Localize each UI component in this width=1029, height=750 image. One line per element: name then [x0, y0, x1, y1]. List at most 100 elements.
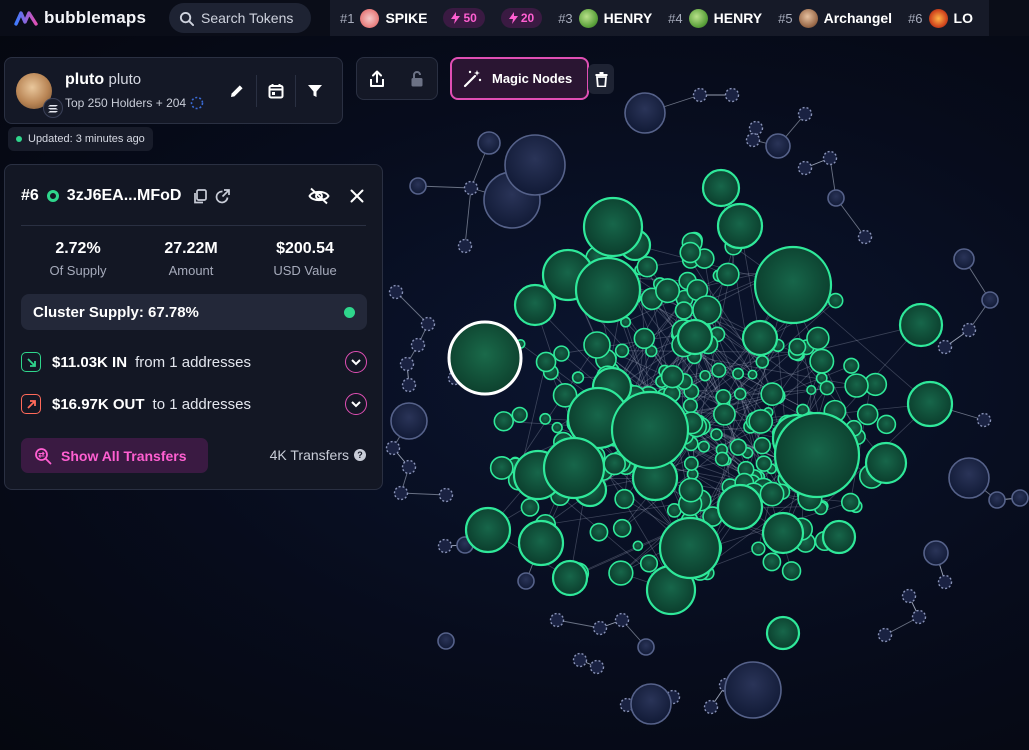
- contract-bubble[interactable]: [457, 238, 473, 254]
- contract-bubble[interactable]: [549, 612, 565, 628]
- boost-badge[interactable]: 50: [443, 8, 485, 28]
- holder-bubble[interactable]: [493, 411, 514, 432]
- holder-bubble[interactable]: [806, 384, 817, 396]
- holder-bubble[interactable]: [819, 380, 835, 396]
- contract-bubble[interactable]: [797, 106, 813, 122]
- magic-nodes-button[interactable]: Magic Nodes: [450, 57, 589, 100]
- holder-bubble[interactable]: [477, 131, 501, 155]
- holder-bubble[interactable]: [856, 403, 879, 426]
- holder-bubble[interactable]: [732, 367, 745, 380]
- holder-bubble[interactable]: [517, 572, 535, 590]
- inflow-row[interactable]: $11.03K IN from 1 addresses: [21, 349, 367, 375]
- holder-bubble[interactable]: [583, 331, 611, 359]
- share-icon[interactable]: [368, 70, 386, 88]
- contract-bubble[interactable]: [937, 574, 953, 590]
- holder-bubble[interactable]: [988, 491, 1006, 509]
- expand-outflow-button[interactable]: [345, 393, 367, 415]
- holder-bubble[interactable]: [788, 337, 807, 356]
- holder-bubble[interactable]: [582, 196, 644, 258]
- holder-bubble[interactable]: [658, 516, 722, 580]
- holder-bubble[interactable]: [716, 483, 764, 531]
- holder-bubble[interactable]: [821, 519, 857, 555]
- holder-bubble[interactable]: [655, 278, 681, 304]
- holder-bubble[interactable]: [614, 343, 630, 358]
- holder-bubble[interactable]: [571, 371, 585, 384]
- bubble-nodes[interactable]: [385, 87, 1029, 725]
- holder-bubble[interactable]: [539, 412, 552, 425]
- holder-bubble[interactable]: [864, 441, 908, 485]
- search-input[interactable]: Search Tokens: [169, 3, 311, 33]
- holder-bubble[interactable]: [762, 552, 782, 572]
- holder-bubble[interactable]: [741, 319, 779, 357]
- contract-bubble[interactable]: [388, 284, 404, 300]
- holder-bubble[interactable]: [551, 559, 589, 597]
- holder-bubble[interactable]: [827, 292, 844, 309]
- holder-bubble[interactable]: [520, 498, 540, 517]
- holder-bubble[interactable]: [674, 301, 694, 320]
- contract-bubble[interactable]: [399, 356, 415, 372]
- contract-bubble[interactable]: [572, 652, 588, 668]
- holder-bubble[interactable]: [765, 133, 791, 159]
- holder-bubble[interactable]: [511, 406, 528, 423]
- holder-bubble[interactable]: [981, 291, 999, 309]
- holder-bubble[interactable]: [781, 561, 802, 581]
- external-link-icon[interactable]: [215, 188, 231, 204]
- close-icon[interactable]: [350, 189, 364, 203]
- holder-bubble[interactable]: [551, 421, 563, 434]
- holder-bubble[interactable]: [630, 683, 672, 725]
- contract-bubble[interactable]: [463, 180, 479, 196]
- edit-button[interactable]: [218, 74, 256, 108]
- contract-bubble[interactable]: [438, 487, 454, 503]
- holder-bubble[interactable]: [755, 455, 773, 472]
- holder-bubble[interactable]: [390, 402, 428, 440]
- holder-bubble[interactable]: [761, 511, 805, 555]
- holder-bubble[interactable]: [489, 456, 514, 480]
- contract-bubble[interactable]: [901, 588, 917, 604]
- holder-bubble[interactable]: [542, 436, 606, 500]
- holder-bubble[interactable]: [843, 357, 860, 374]
- holder-bubble[interactable]: [751, 541, 766, 556]
- contract-bubble[interactable]: [401, 459, 417, 475]
- ticker-item-archangel[interactable]: #5 Archangel: [778, 8, 892, 28]
- holder-bubble[interactable]: [1011, 489, 1029, 507]
- holder-bubble[interactable]: [676, 318, 714, 356]
- outflow-row[interactable]: $16.97K OUT to 1 addresses: [21, 391, 367, 417]
- selected-wallet-bubble[interactable]: [447, 320, 523, 396]
- copy-icon[interactable]: [193, 188, 208, 204]
- holder-bubble[interactable]: [755, 355, 770, 369]
- holder-bubble[interactable]: [610, 390, 690, 470]
- contract-bubble[interactable]: [410, 337, 426, 353]
- hide-eye-icon[interactable]: [308, 187, 330, 205]
- holder-bubble[interactable]: [639, 554, 659, 573]
- holder-bubble[interactable]: [624, 92, 666, 134]
- contract-bubble[interactable]: [703, 699, 719, 715]
- contract-bubble[interactable]: [589, 659, 605, 675]
- holder-bubble[interactable]: [679, 241, 702, 264]
- holder-bubble[interactable]: [660, 365, 685, 389]
- contract-bubble[interactable]: [420, 316, 436, 332]
- holder-bubble[interactable]: [535, 351, 557, 373]
- holder-bubble[interactable]: [724, 661, 782, 719]
- holder-bubble[interactable]: [710, 428, 723, 441]
- holder-bubble[interactable]: [409, 177, 427, 195]
- contract-bubble[interactable]: [877, 627, 893, 643]
- contract-bubble[interactable]: [857, 229, 873, 245]
- contract-bubble[interactable]: [592, 620, 608, 636]
- brand-logo[interactable]: bubblemaps: [14, 8, 146, 28]
- holder-bubble[interactable]: [437, 632, 455, 650]
- holder-bubble[interactable]: [753, 245, 833, 325]
- holder-bubble[interactable]: [716, 202, 764, 250]
- holder-bubble[interactable]: [574, 256, 642, 324]
- holder-bubble[interactable]: [714, 451, 730, 467]
- holder-bubble[interactable]: [553, 345, 570, 362]
- holder-bubble[interactable]: [729, 438, 747, 456]
- holder-bubble[interactable]: [840, 492, 861, 512]
- holder-bubble[interactable]: [682, 398, 698, 414]
- holder-bubble[interactable]: [633, 327, 656, 350]
- holder-bubble[interactable]: [517, 519, 565, 567]
- boost-badge[interactable]: 20: [500, 8, 543, 28]
- holder-bubble[interactable]: [683, 456, 699, 471]
- holder-bubble[interactable]: [760, 382, 785, 407]
- delete-button[interactable]: [588, 64, 614, 94]
- contract-bubble[interactable]: [797, 160, 813, 176]
